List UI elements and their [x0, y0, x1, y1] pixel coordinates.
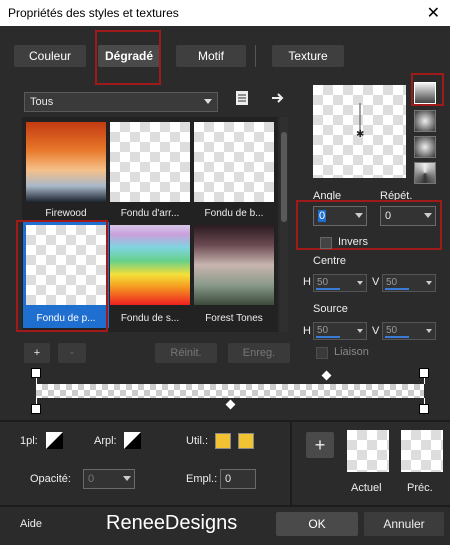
source-h-label: H	[303, 325, 311, 337]
gradient-tile-firewood[interactable]	[26, 122, 106, 202]
center-h-value: 50	[317, 277, 329, 288]
color-stop-right[interactable]	[419, 404, 429, 414]
link-label: Liaison	[334, 346, 369, 358]
highlight-selected-gradient	[16, 220, 108, 332]
center-label: Centre	[313, 255, 347, 267]
rectangular-gradient-type-button[interactable]	[414, 110, 436, 132]
color-midpoint[interactable]	[225, 399, 236, 410]
opacity-spinner[interactable]: 0	[83, 469, 135, 489]
source-v-value: 50	[386, 325, 398, 336]
category-value: Tous	[30, 96, 54, 108]
ok-button[interactable]: OK	[276, 512, 358, 536]
slider-fill	[316, 336, 340, 338]
previous-label: Préc.	[407, 482, 433, 494]
tab-texture[interactable]: Texture	[272, 45, 344, 67]
chevron-down-icon[interactable]	[426, 281, 432, 285]
remove-gradient-button[interactable]: -	[58, 343, 86, 363]
watermark-text: ReneeDesigns	[106, 512, 238, 534]
current-swatch[interactable]	[347, 430, 389, 472]
foreground-stop-button[interactable]	[46, 432, 63, 449]
location-value[interactable]: 0	[225, 473, 231, 485]
center-h-label: H	[303, 276, 311, 288]
gradient-label: Forest Tones	[205, 313, 263, 324]
opacity-stop-left[interactable]	[31, 368, 41, 378]
add-swatch-button[interactable]: +	[306, 432, 334, 458]
window-title: Propriétés des styles et textures	[8, 6, 179, 20]
gradient-tile-fondu-b[interactable]	[194, 122, 274, 202]
chevron-down-icon[interactable]	[357, 329, 363, 333]
tab-motif[interactable]: Motif	[176, 45, 246, 67]
slider-fill	[316, 288, 340, 290]
gradient-label: Fondu de b...	[204, 208, 264, 219]
location-input[interactable]: 0	[220, 469, 256, 489]
gradient-preview[interactable]: ✱	[313, 85, 406, 178]
highlight-angle-repeat	[296, 200, 442, 250]
center-v-value: 50	[386, 277, 398, 288]
sunburst-gradient-type-button[interactable]	[414, 162, 436, 184]
cancel-button[interactable]: Annuler	[364, 512, 444, 536]
current-label: Actuel	[351, 482, 382, 494]
source-h-slider[interactable]: 50	[313, 322, 367, 340]
tab-divider	[255, 45, 256, 67]
opacity-midpoint[interactable]	[321, 370, 332, 381]
user-color-swatch-2[interactable]	[238, 433, 254, 449]
slider-fill	[385, 288, 409, 290]
center-h-slider[interactable]: 50	[313, 274, 367, 292]
tab-couleur[interactable]: Couleur	[14, 45, 86, 67]
separator	[0, 420, 450, 422]
opacity-stop-right[interactable]	[419, 368, 429, 378]
background-stop-button[interactable]	[124, 432, 141, 449]
save-button[interactable]: Enreg.	[228, 343, 290, 363]
add-gradient-button[interactable]: +	[24, 343, 50, 363]
reset-button[interactable]: Réinit.	[155, 343, 217, 363]
slider-fill	[385, 336, 409, 338]
separator-vertical	[290, 422, 292, 507]
ipl-label: 1pl:	[20, 435, 38, 447]
list-view-icon[interactable]	[235, 90, 249, 106]
source-v-label: V	[372, 325, 380, 337]
gradient-label: Fondu de s...	[120, 313, 180, 324]
empl-label: Empl.:	[186, 473, 218, 485]
arrow-right-icon[interactable]	[270, 90, 286, 106]
invert-checkbox[interactable]	[320, 237, 332, 249]
opacity-label: Opacité:	[30, 473, 71, 485]
opacity-value[interactable]: 0	[88, 473, 94, 485]
category-dropdown[interactable]: Tous	[24, 92, 218, 112]
radial-gradient-type-button[interactable]	[414, 136, 436, 158]
gradient-tile-fondu-arr[interactable]	[110, 122, 190, 202]
chevron-down-icon[interactable]	[123, 476, 131, 481]
center-v-slider[interactable]: 50	[382, 274, 436, 292]
chevron-down-icon	[204, 99, 212, 104]
svg-text:✱: ✱	[356, 129, 364, 140]
highlight-degrade-tab	[95, 30, 161, 85]
previous-swatch[interactable]	[401, 430, 443, 472]
link-checkbox[interactable]	[316, 347, 328, 359]
gradient-label: Firewood	[45, 208, 87, 219]
gradient-editor-bar[interactable]	[36, 384, 424, 398]
close-icon[interactable]: ✕	[427, 3, 440, 23]
gradient-tile-forest-tones[interactable]	[194, 225, 274, 305]
arpl-label: Arpl:	[94, 435, 117, 447]
chevron-down-icon[interactable]	[426, 329, 432, 333]
highlight-linear-type	[411, 73, 444, 106]
user-color-swatch[interactable]	[215, 433, 231, 449]
stop-tick	[424, 378, 425, 384]
separator	[0, 505, 450, 507]
source-v-slider[interactable]: 50	[382, 322, 436, 340]
source-h-value: 50	[317, 325, 329, 336]
gradient-label: Fondu d'arr...	[120, 208, 180, 219]
help-link[interactable]: Aide	[20, 518, 42, 530]
gradient-tile-fondu-s[interactable]	[110, 225, 190, 305]
grid-scrollbar-thumb[interactable]	[281, 132, 287, 222]
center-v-label: V	[372, 276, 380, 288]
color-stop-left[interactable]	[31, 404, 41, 414]
chevron-down-icon[interactable]	[357, 281, 363, 285]
source-label: Source	[313, 303, 348, 315]
title-bar: Propriétés des styles et textures ✕	[0, 0, 450, 26]
invert-label: Invers	[338, 236, 368, 248]
util-label: Util.:	[186, 435, 208, 447]
